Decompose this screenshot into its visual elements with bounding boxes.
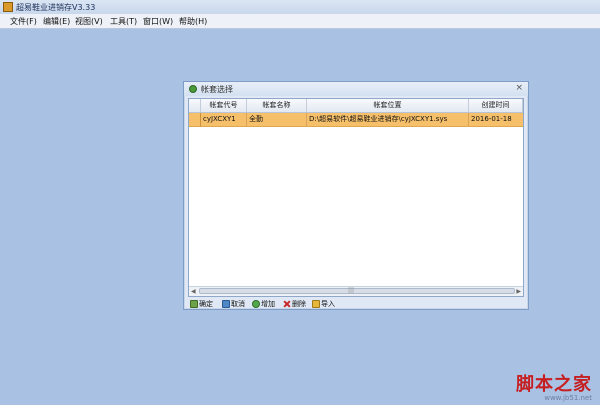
delete-button-label: 删除 (292, 299, 306, 308)
column-header-code[interactable]: 帐套代号 (201, 99, 247, 112)
site-watermark: 脚本之家 www.jb51.net (516, 370, 592, 402)
row-indicator-header (189, 99, 201, 112)
table-row[interactable]: cyJXCXY1 全勤 D:\超易软件\超易鞋业进销存\cyJXCXY1.sys… (189, 113, 523, 127)
import-button[interactable]: 导入 (312, 298, 335, 309)
check-icon (190, 299, 198, 308)
app-title: 超易鞋业进销存V3.33 (16, 3, 96, 12)
column-header-name[interactable]: 帐套名称 (247, 99, 307, 112)
column-header-path[interactable]: 帐套位置 (307, 99, 469, 112)
cell-path[interactable]: D:\超易软件\超易鞋业进销存\cyJXCXY1.sys (307, 113, 469, 126)
scroll-grip: ||| (348, 287, 355, 294)
dialog-titlebar[interactable]: 帐套选择 × (184, 82, 528, 96)
menu-help[interactable]: 帮助(H) (179, 16, 207, 27)
ok-button-label: 确定 (199, 299, 213, 308)
app-titlebar: 超易鞋业进销存V3.33 (0, 0, 600, 15)
dialog-toolbar: 确定 取消 增加 删除 导入 (188, 298, 524, 309)
menu-file[interactable]: 文件(F) (10, 16, 37, 27)
menu-tools[interactable]: 工具(T) (110, 16, 137, 27)
scroll-thumb[interactable]: ||| (199, 287, 515, 294)
dialog-title: 帐套选择 (201, 85, 233, 94)
menu-edit[interactable]: 编辑(E) (43, 16, 70, 27)
scroll-right-icon[interactable]: ▶ (516, 288, 521, 295)
column-header-created[interactable]: 创建时间 (469, 99, 523, 112)
import-icon (312, 299, 320, 308)
menu-window[interactable]: 窗口(W) (143, 16, 173, 27)
delete-x-icon (283, 300, 291, 308)
cancel-button[interactable]: 取消 (222, 298, 245, 309)
cancel-button-label: 取消 (231, 299, 245, 308)
dialog-app-icon (189, 85, 197, 93)
add-button[interactable]: 增加 (252, 298, 275, 309)
close-icon[interactable]: × (515, 83, 523, 93)
row-indicator (189, 113, 201, 126)
scroll-left-icon[interactable]: ◀ (191, 288, 196, 295)
grid-header: 帐套代号 帐套名称 帐套位置 创建时间 (189, 99, 523, 113)
app-logo-icon (3, 2, 13, 12)
watermark-text: 脚本之家 (516, 374, 592, 395)
account-select-dialog: 帐套选择 × 帐套代号 帐套名称 帐套位置 创建时间 cyJXCXY1 全勤 D… (183, 81, 529, 310)
menu-bar: 文件(F) 编辑(E) 视图(V) 工具(T) 窗口(W) 帮助(H) (0, 14, 600, 29)
cell-name[interactable]: 全勤 (247, 113, 307, 126)
import-button-label: 导入 (321, 299, 335, 308)
delete-button[interactable]: 删除 (283, 298, 306, 309)
cell-created[interactable]: 2016-01-18 (469, 113, 523, 126)
ok-button[interactable]: 确定 (190, 298, 213, 309)
cell-code[interactable]: cyJXCXY1 (201, 113, 247, 126)
add-icon (252, 299, 260, 308)
horizontal-scrollbar[interactable]: ◀ ||| ▶ (189, 286, 523, 296)
add-button-label: 增加 (261, 299, 275, 308)
account-grid: 帐套代号 帐套名称 帐套位置 创建时间 cyJXCXY1 全勤 D:\超易软件\… (188, 98, 524, 297)
cancel-icon (222, 299, 230, 308)
menu-view[interactable]: 视图(V) (75, 16, 103, 27)
